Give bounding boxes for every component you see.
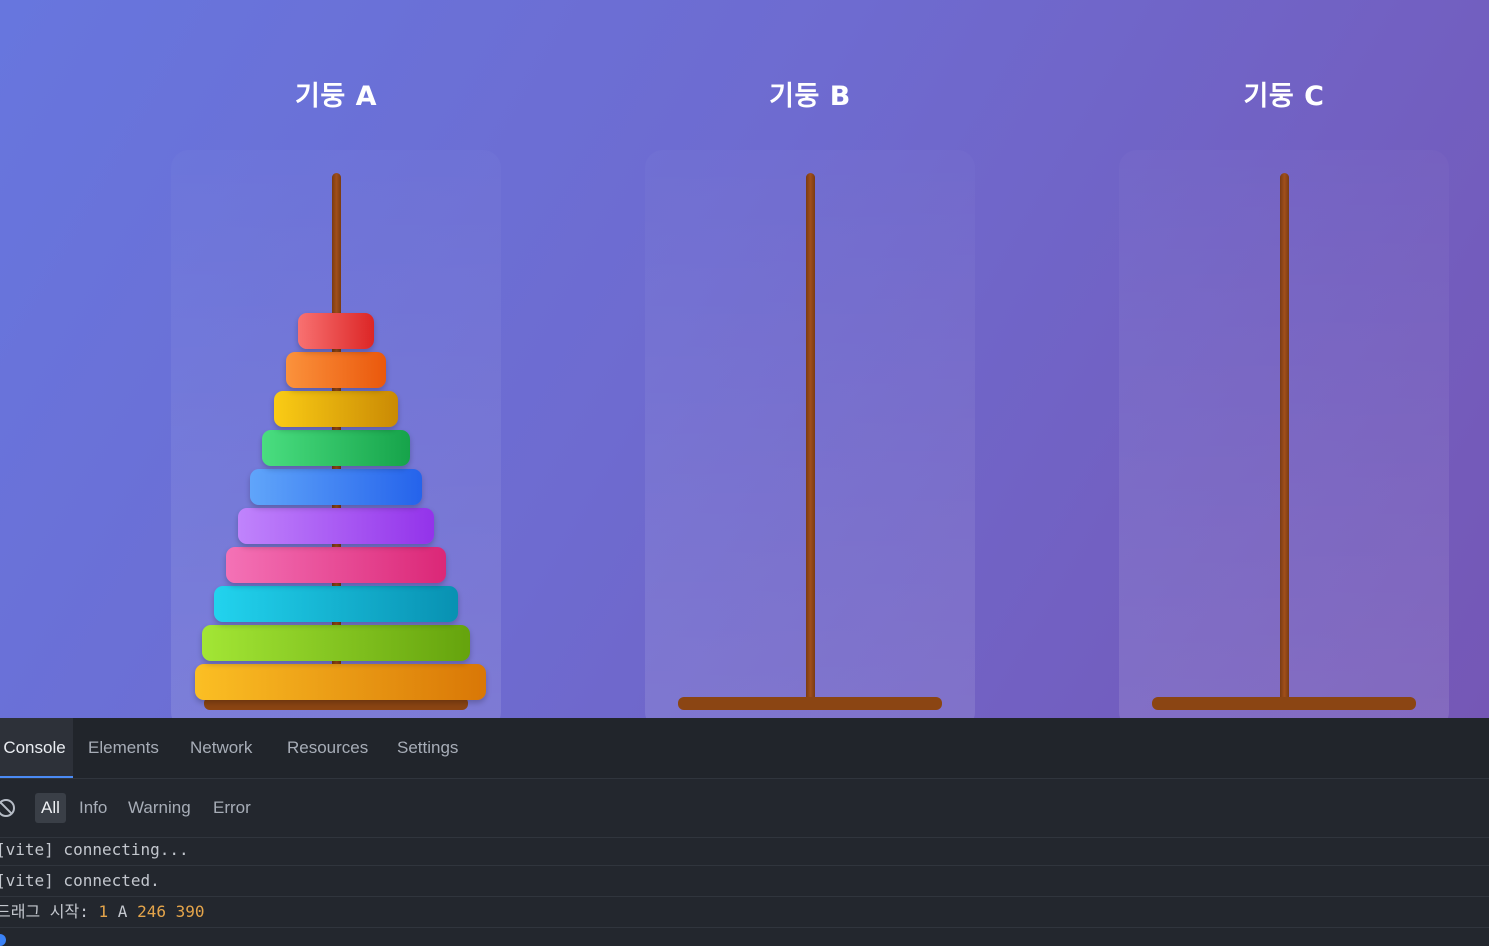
pole (1280, 173, 1289, 703)
pole (806, 173, 815, 703)
filter-info[interactable]: Info (79, 793, 107, 823)
disk-10[interactable] (194, 664, 486, 700)
log-value: 1 (98, 902, 109, 921)
console-log-line: 드래그 시작: 1 A 246 390 (0, 896, 1489, 928)
console-filterbar: All Info Warning Error (0, 779, 1489, 838)
log-value: 390 (175, 902, 205, 921)
tab-network[interactable]: Network (190, 718, 252, 778)
filter-warning[interactable]: Warning (128, 793, 191, 823)
tower-title: 기둥 A (295, 81, 377, 112)
tower-title: 기둥 C (1243, 81, 1325, 112)
tab-elements[interactable]: Elements (88, 718, 159, 778)
disk-3[interactable] (274, 391, 398, 427)
disk-6[interactable] (238, 508, 434, 544)
tower-a[interactable]: 기둥 A (171, 0, 501, 718)
devtools-tabbar: Console Elements Network Resources Setti… (0, 718, 1489, 779)
clear-console-icon[interactable] (0, 799, 15, 817)
game-board: 기둥 A 기둥 B 기둥 C (0, 0, 1489, 718)
disk-2[interactable] (286, 352, 386, 388)
devtools-panel: Console Elements Network Resources Setti… (0, 718, 1489, 946)
filter-error[interactable]: Error (213, 793, 251, 823)
console-log-line: [vite] connected. (0, 865, 1489, 897)
tower-b[interactable]: 기둥 B (645, 0, 975, 718)
log-label: 드래그 시작: (0, 902, 89, 921)
tab-settings[interactable]: Settings (397, 718, 458, 778)
disk-4[interactable] (262, 430, 410, 466)
status-dot (0, 934, 6, 946)
disk-9[interactable] (202, 625, 470, 661)
pole-base (678, 697, 942, 710)
log-value: 246 (137, 902, 166, 921)
disk-1[interactable] (298, 313, 374, 349)
disk-7[interactable] (226, 547, 446, 583)
tower-c[interactable]: 기둥 C (1119, 0, 1449, 718)
tab-resources[interactable]: Resources (287, 718, 368, 778)
disk-8[interactable] (214, 586, 458, 622)
disk-5[interactable] (250, 469, 422, 505)
pole-base (1152, 697, 1416, 710)
filter-all[interactable]: All (35, 793, 66, 823)
tower-title: 기둥 B (769, 81, 851, 112)
console-log-line: [vite] connecting... (0, 834, 1489, 866)
tab-console[interactable]: Console (0, 718, 73, 778)
log-value: A (117, 902, 128, 921)
